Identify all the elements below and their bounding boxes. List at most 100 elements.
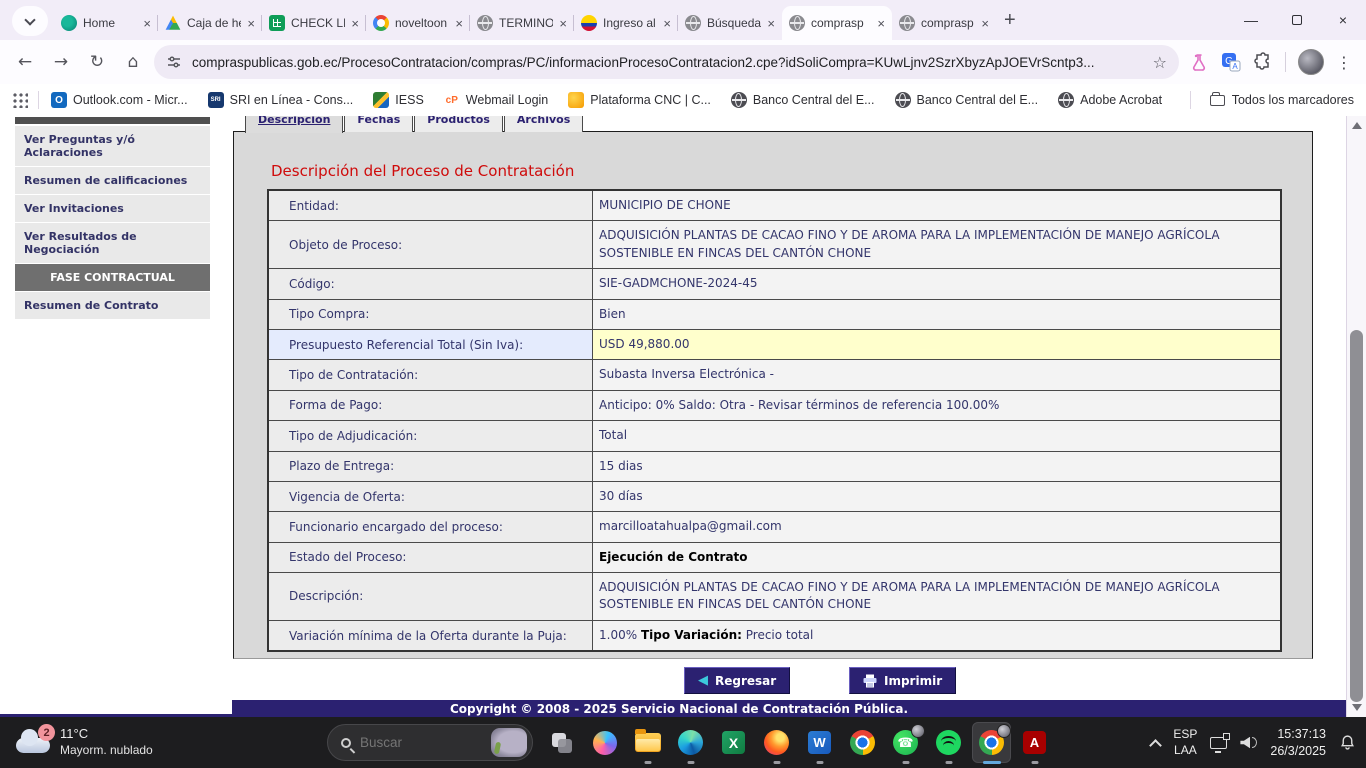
tab-close-icon[interactable]: × bbox=[247, 17, 255, 30]
browser-tab[interactable]: TERMINO× bbox=[470, 6, 574, 40]
minimize-button[interactable]: — bbox=[1228, 0, 1274, 40]
sidebar-item[interactable]: Resumen de Contrato bbox=[15, 292, 210, 319]
taskbar-search[interactable] bbox=[327, 724, 533, 761]
tab-search-button[interactable] bbox=[12, 6, 48, 36]
row-value: ADQUISICIÓN PLANTAS DE CACAO FINO Y DE A… bbox=[593, 573, 1280, 620]
taskbar-icon-spotify[interactable] bbox=[935, 729, 962, 756]
sidebar-item[interactable]: Ver Invitaciones bbox=[15, 195, 210, 222]
translate-icon[interactable]: GA bbox=[1221, 52, 1241, 72]
url-text[interactable]: compraspublicas.gob.ec/ProcesoContrataci… bbox=[192, 55, 1143, 70]
extensions-puzzle-icon[interactable] bbox=[1253, 52, 1273, 72]
weather-widget[interactable]: 2 11°C Mayorm. nublado bbox=[16, 725, 153, 757]
browser-tab[interactable]: Ingreso al× bbox=[574, 6, 678, 40]
home-button[interactable]: ⌂ bbox=[118, 47, 148, 77]
task-view-icon bbox=[549, 730, 575, 756]
browser-tab[interactable]: comprasp× bbox=[782, 6, 892, 40]
row-label: Entidad: bbox=[269, 191, 593, 220]
all-bookmarks-button[interactable]: Todos los marcadores bbox=[1190, 91, 1354, 109]
sidebar-item[interactable]: Ver Preguntas y/ó Aclaraciones bbox=[15, 126, 210, 166]
taskbar-icon-word[interactable]: W bbox=[806, 729, 833, 756]
taskbar-icon-chrome[interactable] bbox=[849, 729, 876, 756]
row-label: Funcionario encargado del proceso: bbox=[269, 512, 593, 541]
browser-tab[interactable]: CHECK LIS × bbox=[262, 6, 366, 40]
bookmark-label: Adobe Acrobat bbox=[1080, 93, 1162, 107]
reload-button[interactable]: ↻ bbox=[82, 47, 112, 77]
close-button[interactable]: × bbox=[1320, 0, 1366, 40]
tab-close-icon[interactable]: × bbox=[767, 17, 775, 30]
cnc-icon bbox=[568, 92, 584, 108]
sheets-favicon-icon bbox=[269, 15, 285, 31]
search-input[interactable] bbox=[360, 735, 482, 750]
taskbar-icon-file-explorer[interactable] bbox=[634, 729, 661, 756]
tray-overflow-chevron-icon[interactable] bbox=[1150, 739, 1163, 752]
site-settings-icon[interactable] bbox=[166, 54, 182, 70]
new-tab-button[interactable]: + bbox=[1004, 9, 1016, 32]
content-tab[interactable]: Archivos bbox=[504, 116, 583, 132]
bookmarks-bar: OOutlook.com - Micr... SRISRI en Línea - … bbox=[0, 84, 1366, 116]
notifications-bell-icon[interactable] bbox=[1339, 734, 1356, 751]
tab-close-icon[interactable]: × bbox=[559, 17, 567, 30]
taskbar-icon-chrome-2[interactable] bbox=[978, 729, 1005, 756]
clock[interactable]: 15:37:13 26/3/2025 bbox=[1270, 726, 1326, 760]
taskbar-icon-copilot[interactable] bbox=[591, 729, 618, 756]
language-indicator[interactable]: ESP LAA bbox=[1173, 727, 1197, 758]
bookmark-item[interactable]: Plataforma CNC | C... bbox=[568, 92, 711, 108]
bookmark-item[interactable]: Adobe Acrobat bbox=[1058, 92, 1162, 108]
taskbar-icon-firefox[interactable] bbox=[763, 729, 790, 756]
content-tab[interactable]: Productos bbox=[414, 116, 503, 132]
tab-close-icon[interactable]: × bbox=[351, 17, 359, 30]
browser-tab[interactable]: Caja de he × bbox=[158, 6, 262, 40]
running-indicator bbox=[687, 761, 694, 764]
regresar-button[interactable]: ◀ Regresar bbox=[684, 667, 790, 694]
bookmark-item[interactable]: Banco Central del E... bbox=[731, 92, 875, 108]
tab-title: CHECK LIS bbox=[291, 16, 345, 30]
network-icon[interactable] bbox=[1210, 737, 1227, 749]
content-tab[interactable]: Fechas bbox=[344, 116, 413, 132]
process-tabs: DescripciónFechasProductosArchivos bbox=[245, 116, 584, 132]
browser-tab[interactable]: Búsqueda× bbox=[678, 6, 782, 40]
taskbar-icon-excel[interactable]: X bbox=[720, 729, 747, 756]
volume-icon[interactable] bbox=[1240, 737, 1257, 749]
bookmark-item[interactable]: IESS bbox=[373, 92, 424, 108]
sidebar-item[interactable]: Ver Resultados de Negociación bbox=[15, 223, 210, 263]
scrollbar-thumb[interactable] bbox=[1350, 330, 1363, 702]
content-tab[interactable]: Descripción bbox=[245, 116, 343, 133]
maximize-button[interactable] bbox=[1274, 0, 1320, 40]
tab-close-icon[interactable]: × bbox=[663, 17, 671, 30]
imprimir-button[interactable]: Imprimir bbox=[849, 667, 956, 694]
taskbar-icon-task-view[interactable] bbox=[548, 729, 575, 756]
bookmark-label: IESS bbox=[395, 93, 424, 107]
search-daily-image[interactable] bbox=[491, 728, 527, 757]
tab-title: Caja de he bbox=[187, 16, 241, 30]
labs-flask-icon[interactable] bbox=[1189, 52, 1209, 72]
taskbar-icon-edge[interactable] bbox=[677, 729, 704, 756]
profile-avatar[interactable] bbox=[1298, 49, 1324, 75]
browser-tab[interactable]: comprasp× bbox=[892, 6, 996, 40]
bookmark-item[interactable]: cPWebmail Login bbox=[444, 92, 548, 108]
bookmark-item[interactable]: Banco Central del E... bbox=[895, 92, 1039, 108]
browser-tab[interactable]: Home× bbox=[54, 6, 158, 40]
browser-menu-icon[interactable]: ⋮ bbox=[1336, 53, 1352, 72]
bookmarks-divider-right bbox=[1190, 91, 1191, 109]
taskbar-icon-whatsapp[interactable]: ☎ bbox=[892, 729, 919, 756]
tab-close-icon[interactable]: × bbox=[877, 17, 885, 30]
flower-favicon-icon bbox=[61, 15, 77, 31]
sidebar-item[interactable]: Resumen de calificaciones bbox=[15, 167, 210, 194]
bookmark-star-icon[interactable]: ☆ bbox=[1153, 53, 1167, 72]
browser-tab[interactable]: noveltoon × bbox=[366, 6, 470, 40]
scroll-up-arrow[interactable] bbox=[1352, 122, 1362, 129]
scroll-down-arrow[interactable] bbox=[1352, 704, 1362, 711]
apps-grid-icon[interactable] bbox=[12, 92, 28, 108]
forward-button[interactable]: → bbox=[46, 47, 76, 77]
taskbar-icon-acrobat[interactable]: A bbox=[1021, 729, 1048, 756]
tab-close-icon[interactable]: × bbox=[981, 17, 989, 30]
bookmark-item[interactable]: OOutlook.com - Micr... bbox=[51, 92, 188, 108]
row-label: Tipo Compra: bbox=[269, 300, 593, 329]
tab-title: noveltoon bbox=[395, 16, 449, 30]
back-button[interactable]: ← bbox=[10, 47, 40, 77]
tab-close-icon[interactable]: × bbox=[143, 17, 151, 30]
bookmark-item[interactable]: SRISRI en Línea - Cons... bbox=[208, 92, 354, 108]
tab-close-icon[interactable]: × bbox=[455, 17, 463, 30]
address-bar[interactable]: compraspublicas.gob.ec/ProcesoContrataci… bbox=[154, 45, 1179, 79]
row-label: Presupuesto Referencial Total (Sin Iva): bbox=[269, 330, 593, 359]
